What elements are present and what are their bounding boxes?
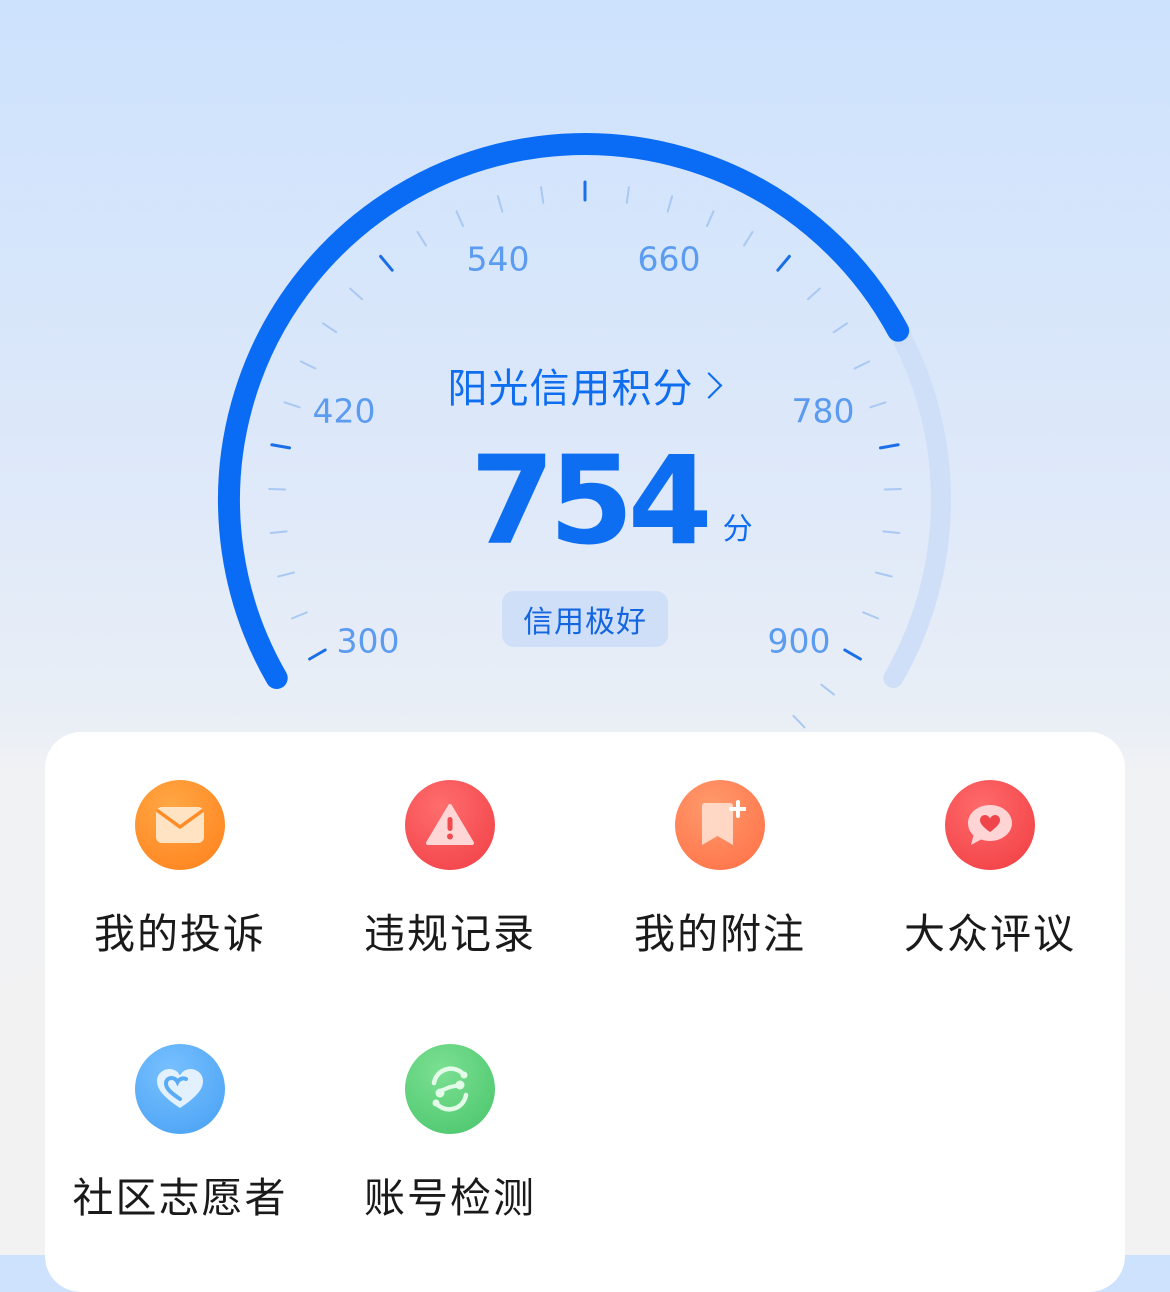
- gauge-minor-tick: [869, 401, 887, 409]
- tick-label-300: 300: [336, 621, 400, 661]
- gauge-minor-tick: [832, 322, 848, 334]
- gauge-minor-tick: [540, 186, 545, 204]
- gauge-minor-tick: [322, 322, 338, 334]
- gauge-minor-tick: [269, 530, 288, 535]
- gauge-track-arc: [883, 320, 951, 688]
- gauge-major-tick: [878, 443, 900, 450]
- gauge-minor-tick: [883, 487, 902, 491]
- menu-label: 我的投诉: [94, 910, 266, 958]
- gauge-minor-tick: [416, 231, 428, 247]
- gauge-minor-tick: [299, 360, 317, 370]
- menu-item-public-review[interactable]: 大众评议: [855, 732, 1125, 972]
- gauge-minor-tick: [792, 714, 806, 729]
- gauge-minor-tick: [291, 611, 308, 620]
- gauge-minor-tick: [268, 487, 287, 491]
- score-title: 阳光信用积分: [447, 366, 694, 412]
- menu-item-volunteer[interactable]: 社区志愿者: [45, 996, 315, 1236]
- tick-label-900: 900: [767, 621, 831, 661]
- heart-icon: [135, 1044, 225, 1134]
- chevron-right-icon: [695, 371, 723, 399]
- tick-label-660: 660: [637, 239, 701, 279]
- services-card: 我的投诉 违规记录 我的附注 大众评议 社区志愿者 账号检测: [45, 732, 1125, 1292]
- gauge-minor-tick: [666, 195, 674, 213]
- credit-level-badge: 信用极好: [502, 591, 668, 647]
- tick-label-780: 780: [791, 391, 855, 431]
- gauge-minor-tick: [862, 611, 879, 620]
- gauge-major-tick: [379, 254, 394, 272]
- menu-item-notes[interactable]: 我的附注: [585, 732, 855, 972]
- menu-label: 账号检测: [364, 1174, 536, 1222]
- score-title-link[interactable]: 阳光信用积分: [448, 356, 723, 414]
- gauge-major-tick: [270, 443, 292, 450]
- menu-label: 我的附注: [634, 910, 806, 958]
- gauge-major-tick: [308, 648, 327, 661]
- gauge-minor-tick: [455, 210, 464, 227]
- gauge-minor-tick: [742, 231, 754, 247]
- menu-label: 违规记录: [364, 910, 536, 958]
- gauge-minor-tick: [277, 571, 295, 578]
- gauge-minor-tick: [496, 195, 504, 213]
- score-value: 754: [470, 430, 713, 572]
- score-display: 754 分: [470, 440, 753, 562]
- tick-label-540: 540: [466, 239, 530, 279]
- gauge-major-tick: [843, 648, 862, 661]
- gauge-minor-tick: [806, 287, 821, 301]
- gauge-minor-tick: [283, 401, 301, 409]
- menu-item-account-check[interactable]: 账号检测: [315, 996, 585, 1236]
- gauge-minor-tick: [625, 186, 630, 204]
- menu-item-violations[interactable]: 违规记录: [315, 732, 585, 972]
- menu-item-complaints[interactable]: 我的投诉: [45, 732, 315, 972]
- score-unit: 分: [722, 512, 753, 547]
- chat-heart-icon: [945, 780, 1035, 870]
- gauge-minor-tick: [820, 683, 836, 696]
- gauge-major-tick: [776, 254, 791, 272]
- gauge-minor-tick: [882, 530, 901, 535]
- tick-label-420: 420: [312, 391, 376, 431]
- mail-icon: [135, 780, 225, 870]
- warning-icon: [405, 780, 495, 870]
- menu-label: 大众评议: [904, 910, 1076, 958]
- gauge-minor-tick: [853, 360, 871, 370]
- gauge-remaining-arc: [883, 320, 951, 688]
- gauge-minor-tick: [706, 210, 715, 227]
- gauge-minor-tick: [349, 287, 364, 301]
- menu-label: 社区志愿者: [72, 1174, 288, 1222]
- gauge-minor-tick: [875, 571, 893, 578]
- scan-icon: [405, 1044, 495, 1134]
- bookmark-add-icon: [675, 780, 765, 870]
